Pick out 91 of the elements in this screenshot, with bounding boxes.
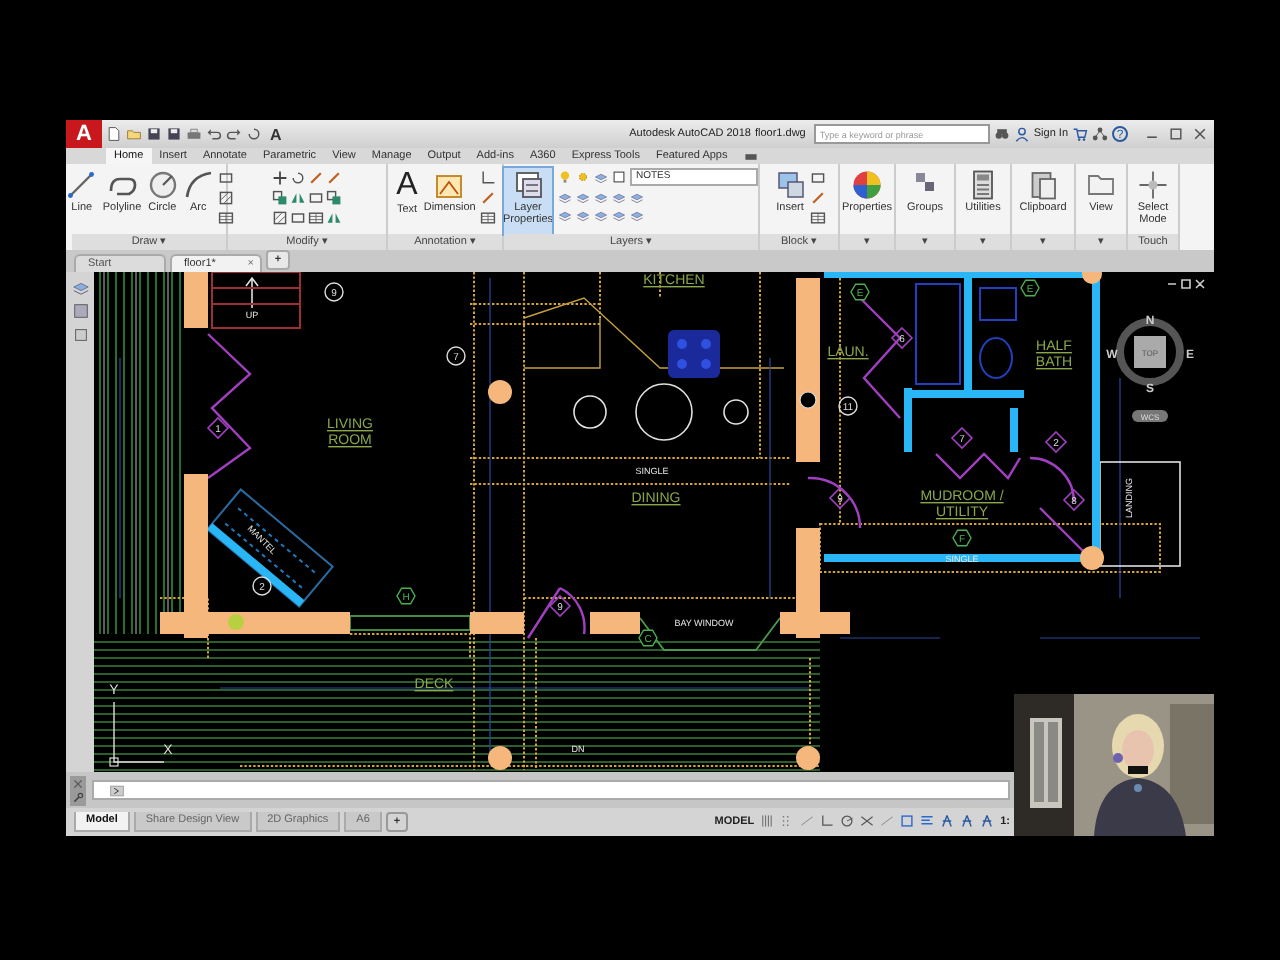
rotate-icon[interactable] (246, 126, 262, 142)
text-style-button[interactable]: A (270, 125, 282, 143)
layer-icon[interactable] (612, 190, 626, 204)
stair-arrow (245, 276, 259, 309)
wall-segment (590, 612, 640, 634)
ucs-axis-icon (109, 701, 165, 767)
grid-icon[interactable] (760, 814, 775, 828)
layer-icon[interactable] (558, 208, 572, 222)
hatch-icon[interactable] (272, 210, 288, 226)
stove-burners (677, 339, 711, 369)
wall-segment (1010, 408, 1018, 452)
stair-drawing (211, 272, 301, 329)
square-icon[interactable] (612, 170, 626, 184)
person-icon[interactable] (960, 814, 975, 828)
arc-icon (183, 170, 214, 200)
column-marker (488, 380, 512, 404)
column-marker (228, 614, 244, 630)
color-wheel-icon (852, 170, 882, 200)
wall-segment (470, 612, 524, 634)
user-icon[interactable] (1013, 126, 1030, 142)
calculator-icon (967, 170, 998, 200)
layer-icon[interactable] (630, 208, 644, 222)
column-marker (796, 746, 820, 770)
bath-fixtures-drawing (915, 283, 1017, 385)
table-icon[interactable] (217, 210, 234, 226)
pencil-icon[interactable] (479, 190, 496, 206)
layer-stack-icon (513, 170, 543, 200)
insert-icon (775, 170, 805, 200)
wall-segment (184, 272, 208, 328)
polar-icon[interactable] (840, 814, 855, 828)
network-icon[interactable] (1092, 126, 1108, 142)
person-icon[interactable] (980, 814, 995, 828)
ortho-icon[interactable] (479, 170, 496, 186)
column-marker (488, 746, 512, 770)
layer-icon[interactable] (612, 208, 626, 222)
circle-icon (147, 170, 178, 200)
pencil-icon[interactable] (809, 190, 825, 206)
layer-icon[interactable] (576, 208, 590, 222)
landing-outline (1099, 461, 1181, 567)
viewport-controls[interactable] (1167, 279, 1205, 289)
table-icon[interactable] (308, 210, 324, 226)
layer-icon[interactable] (594, 208, 608, 222)
rotate-icon[interactable] (290, 170, 306, 186)
folder-icon (1086, 170, 1116, 200)
hatch-icon[interactable] (217, 190, 234, 206)
mirror-icon[interactable] (326, 210, 342, 226)
ortho-icon[interactable] (820, 814, 835, 828)
move-icon[interactable] (272, 170, 288, 186)
selection-icon[interactable] (900, 814, 915, 828)
layer-icon[interactable] (558, 190, 572, 204)
mirror-icon[interactable] (290, 190, 306, 206)
save-icon[interactable] (146, 126, 162, 142)
rectangle-icon[interactable] (217, 170, 234, 186)
navbar-icon[interactable] (71, 326, 89, 344)
layer-icon[interactable] (576, 190, 590, 204)
column-marker (1082, 272, 1102, 284)
binoculars-icon[interactable] (993, 126, 1010, 142)
person-icon[interactable] (940, 814, 955, 828)
line-icon (66, 170, 97, 200)
layer-icon[interactable] (630, 190, 644, 204)
viewcube-compass[interactable] (1116, 318, 1184, 386)
layer-icon[interactable] (594, 190, 608, 204)
list-icon[interactable] (920, 814, 935, 828)
crosshair-icon (1138, 170, 1168, 200)
orbit-icon[interactable] (71, 302, 89, 320)
new-file-icon[interactable] (106, 126, 122, 142)
dimension-icon (434, 170, 465, 200)
mantel-drawing (205, 488, 335, 608)
rectangle-icon[interactable] (809, 170, 825, 186)
copy-icon[interactable] (272, 190, 288, 206)
save-icon[interactable] (166, 126, 182, 142)
copy-icon[interactable] (326, 190, 342, 206)
close-icon[interactable] (72, 777, 84, 789)
close-icon[interactable] (1192, 126, 1208, 142)
undo-icon[interactable] (206, 126, 222, 142)
snap-icon[interactable] (860, 814, 875, 828)
table-icon[interactable] (809, 210, 825, 226)
application-menu-button[interactable]: A (66, 120, 102, 148)
table-icon[interactable] (479, 210, 496, 226)
prompt-icon[interactable] (110, 783, 124, 797)
wrench-icon[interactable] (72, 791, 84, 803)
printer-icon[interactable] (186, 126, 202, 142)
clipboard-icon (1027, 170, 1058, 200)
layer-icon[interactable] (594, 170, 608, 184)
column-marker (799, 391, 817, 409)
layer-icon[interactable] (71, 278, 89, 296)
command-field[interactable] (92, 780, 1010, 800)
cart-icon[interactable] (1072, 126, 1088, 142)
redo-icon[interactable] (226, 126, 242, 142)
maximize-icon[interactable] (1168, 126, 1184, 142)
column-marker (1080, 546, 1104, 570)
